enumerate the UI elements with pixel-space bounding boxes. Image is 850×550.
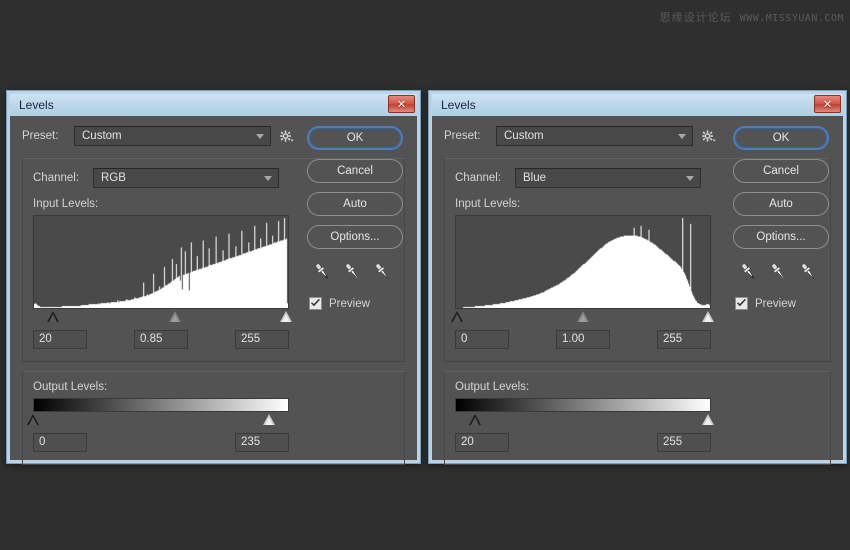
output-slider-track[interactable] bbox=[27, 413, 289, 428]
input-black-field[interactable]: 0 bbox=[455, 330, 509, 349]
input-black-field[interactable]: 20 bbox=[33, 330, 87, 349]
output-black-point-handle[interactable] bbox=[27, 414, 39, 425]
eyedropper-gray-icon[interactable] bbox=[343, 261, 362, 283]
preset-options-button[interactable] bbox=[279, 127, 301, 145]
input-values-row: 0 1.00 255 bbox=[455, 330, 711, 351]
output-white-point-handle[interactable] bbox=[702, 414, 715, 425]
eyedropper-gray-icon[interactable] bbox=[769, 261, 788, 283]
input-gamma-field[interactable]: 0.85 bbox=[134, 330, 188, 349]
check-icon bbox=[311, 299, 320, 307]
eyedropper-group bbox=[739, 261, 831, 283]
close-button[interactable]: ✕ bbox=[388, 95, 415, 113]
chevron-down-icon bbox=[256, 133, 264, 139]
preset-options-button[interactable] bbox=[701, 127, 723, 145]
output-levels-group: Output Levels: 0 235 bbox=[22, 371, 405, 465]
input-white-point-handle[interactable] bbox=[702, 311, 715, 322]
output-gradient-bar bbox=[33, 398, 289, 412]
button-column: OK Cancel Auto Options... Preview bbox=[733, 126, 831, 310]
chevron-down-icon bbox=[264, 175, 272, 181]
close-icon: ✕ bbox=[822, 97, 833, 111]
input-histogram-chart bbox=[455, 215, 711, 309]
levels-dialog-blue[interactable]: Levels ✕ Preset: Custom Channel: Blue In… bbox=[428, 90, 847, 465]
close-button[interactable]: ✕ bbox=[814, 95, 841, 113]
channel-select[interactable]: RGB bbox=[93, 168, 279, 188]
output-values-row: 20 255 bbox=[455, 433, 711, 454]
preview-checkbox-row[interactable]: Preview bbox=[309, 297, 405, 310]
channel-value: Blue bbox=[523, 172, 547, 184]
input-white-point-handle[interactable] bbox=[280, 311, 293, 322]
preview-checkbox-row[interactable]: Preview bbox=[735, 297, 831, 310]
ok-button[interactable]: OK bbox=[307, 126, 403, 150]
close-icon: ✕ bbox=[396, 97, 407, 111]
watermark-url-text: WWW.MISSYUAN.COM bbox=[739, 13, 844, 24]
check-icon bbox=[737, 299, 746, 307]
eyedropper-white-icon[interactable] bbox=[799, 261, 818, 283]
channel-select[interactable]: Blue bbox=[515, 168, 701, 188]
channel-label: Channel: bbox=[455, 172, 502, 184]
output-black-field[interactable]: 0 bbox=[33, 433, 87, 452]
preset-value: Custom bbox=[82, 130, 122, 142]
output-black-point-handle[interactable] bbox=[469, 414, 482, 425]
gear-icon bbox=[702, 130, 716, 142]
preview-checkbox[interactable] bbox=[309, 297, 322, 310]
input-white-field[interactable]: 255 bbox=[235, 330, 289, 349]
output-white-field[interactable]: 235 bbox=[235, 433, 289, 452]
titlebar[interactable]: Levels ✕ bbox=[432, 94, 843, 116]
input-slider-track[interactable] bbox=[33, 310, 293, 325]
dialog-title: Levels bbox=[441, 98, 476, 112]
output-levels-group: Output Levels: 20 255 bbox=[444, 371, 831, 465]
preview-checkbox[interactable] bbox=[735, 297, 748, 310]
eyedropper-black-icon[interactable] bbox=[313, 261, 332, 283]
input-black-point-handle[interactable] bbox=[46, 311, 59, 322]
dialog-title: Levels bbox=[19, 98, 54, 112]
preset-select[interactable]: Custom bbox=[496, 126, 693, 146]
watermark-cn-text: 思缘设计论坛 bbox=[659, 11, 732, 24]
preview-label: Preview bbox=[755, 297, 796, 310]
input-white-field[interactable]: 255 bbox=[657, 330, 711, 349]
levels-dialog-rgb[interactable]: Levels ✕ Preset: Custom Channel: RGB Inp… bbox=[6, 90, 421, 465]
input-gamma-handle[interactable] bbox=[577, 311, 589, 322]
photoshop-levels-screenshot: 思缘设计论坛 WWW.MISSYUAN.COM Levels ✕ Preset: … bbox=[0, 0, 850, 550]
output-white-point-handle[interactable] bbox=[263, 414, 276, 425]
input-gamma-handle[interactable] bbox=[169, 311, 182, 322]
preset-label: Preset: bbox=[22, 130, 59, 142]
dialog-body: Preset: Custom bbox=[10, 116, 417, 465]
ok-button[interactable]: OK bbox=[733, 126, 829, 150]
output-white-field[interactable]: 255 bbox=[657, 433, 711, 452]
options-button[interactable]: Options... bbox=[733, 225, 829, 249]
eyedropper-white-icon[interactable] bbox=[373, 261, 392, 283]
input-gamma-field[interactable]: 1.00 bbox=[556, 330, 610, 349]
cancel-button[interactable]: Cancel bbox=[307, 159, 403, 183]
eyedropper-group bbox=[313, 261, 405, 283]
output-slider-track[interactable] bbox=[455, 413, 715, 428]
input-black-point-handle[interactable] bbox=[451, 311, 464, 322]
watermark: 思缘设计论坛 WWW.MISSYUAN.COM bbox=[660, 9, 844, 25]
channel-label: Channel: bbox=[33, 172, 80, 184]
input-values-row: 20 0.85 255 bbox=[33, 330, 289, 351]
input-histogram-chart bbox=[33, 215, 289, 309]
dialog-body: Preset: Custom bbox=[432, 116, 843, 465]
eyedropper-black-icon[interactable] bbox=[739, 261, 758, 283]
input-slider-track[interactable] bbox=[451, 310, 715, 325]
button-column: OK Cancel Auto Options... Preview bbox=[307, 126, 405, 310]
options-button[interactable]: Options... bbox=[307, 225, 403, 249]
output-levels-label: Output Levels: bbox=[33, 381, 108, 393]
gear-icon bbox=[280, 130, 294, 142]
preset-value: Custom bbox=[504, 130, 544, 142]
chevron-down-icon bbox=[686, 175, 694, 181]
chevron-down-icon bbox=[678, 133, 686, 139]
preset-label: Preset: bbox=[444, 130, 481, 142]
output-black-field[interactable]: 20 bbox=[455, 433, 509, 452]
output-values-row: 0 235 bbox=[33, 433, 289, 454]
channel-value: RGB bbox=[101, 172, 126, 184]
auto-button[interactable]: Auto bbox=[307, 192, 403, 216]
auto-button[interactable]: Auto bbox=[733, 192, 829, 216]
titlebar[interactable]: Levels ✕ bbox=[10, 94, 417, 116]
cancel-button[interactable]: Cancel bbox=[733, 159, 829, 183]
preview-label: Preview bbox=[329, 297, 370, 310]
output-levels-label: Output Levels: bbox=[455, 381, 530, 393]
output-gradient-bar bbox=[455, 398, 711, 412]
preset-select[interactable]: Custom bbox=[74, 126, 271, 146]
